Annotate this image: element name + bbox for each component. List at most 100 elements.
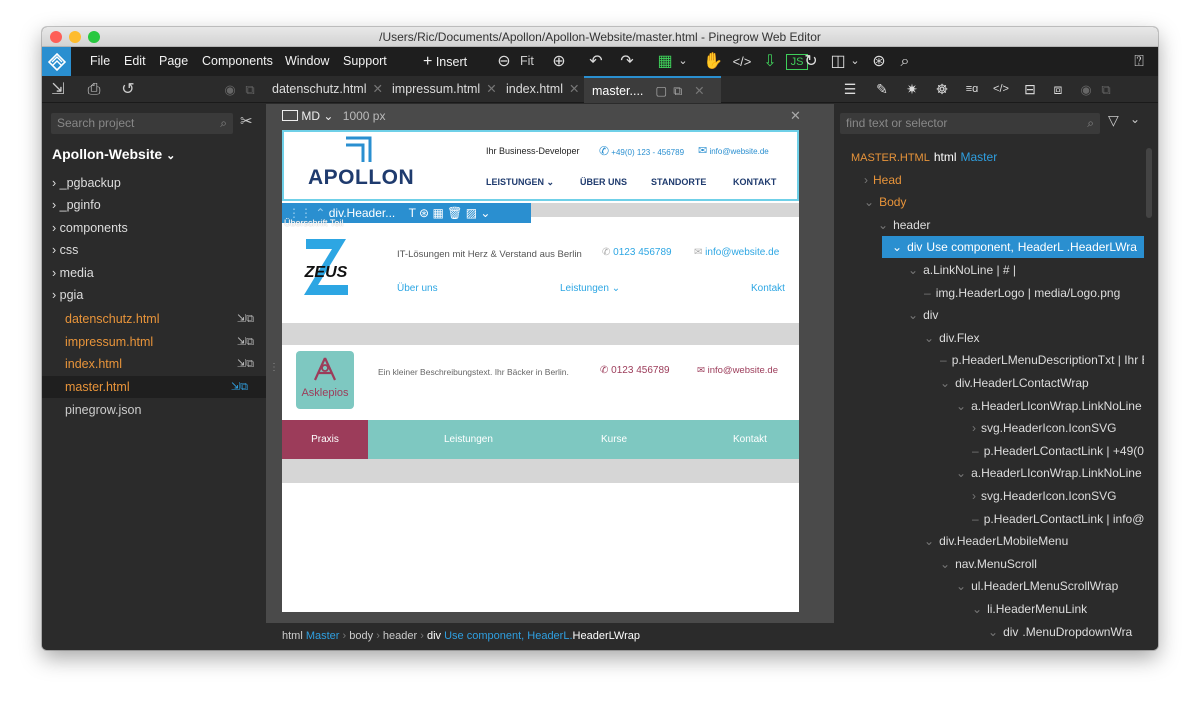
chevron-down-icon[interactable]: ⌄ <box>940 557 950 571</box>
file-actions-icon[interactable]: ⇲⧉ <box>231 376 248 398</box>
tree-node[interactable]: – img.HeaderLogo | media/Logo.png <box>834 282 1144 304</box>
close-icon[interactable]: ✕ <box>694 84 704 98</box>
chevron-right-icon[interactable]: › <box>972 489 976 503</box>
close-icon[interactable]: ✕ <box>373 82 383 96</box>
tree-scrollbar[interactable] <box>1146 148 1152 218</box>
tree-icon[interactable]: ⊟ <box>1020 79 1040 100</box>
tree-node[interactable]: ⌄ a.HeaderLIconWrap.LinkNoLine | a <box>834 395 1144 417</box>
tree-node[interactable]: ⌄ ul.HeaderLMenuScrollWrap <box>834 575 1144 597</box>
trash-icon[interactable]: 🗑 <box>447 206 462 220</box>
tree-node[interactable]: › Head <box>834 169 1144 191</box>
reload-icon[interactable]: ↺ <box>118 79 138 100</box>
print-icon[interactable]: ⎙ <box>84 79 104 100</box>
asklepios-nav-kontakt[interactable]: Kontakt <box>733 420 767 459</box>
tree-node[interactable]: ⌄ Body <box>834 191 1144 213</box>
chevron-down-icon[interactable]: ⌄ <box>892 240 902 254</box>
hand-icon[interactable]: ✋ <box>702 51 724 72</box>
tree-node[interactable]: – p.HeaderLMenuDescriptionTxt | Ihr B <box>834 349 1144 371</box>
menu-support[interactable]: Support <box>343 47 387 76</box>
crumb-header[interactable]: header <box>383 630 417 642</box>
device-selector[interactable]: MD ⌄ 1000 px <box>282 109 385 123</box>
chevron-down-icon[interactable]: ⌄ <box>848 51 862 72</box>
asklepios-nav-leistungen[interactable]: Leistungen <box>444 420 493 459</box>
chevron-right-icon[interactable]: › <box>972 421 976 435</box>
file-actions-icon[interactable]: ⇲⧉ <box>237 353 254 375</box>
component-icon[interactable]: ⊛ <box>419 206 429 220</box>
file-actions-icon[interactable]: ⇲⧉ <box>237 331 254 353</box>
chevron-down-icon[interactable]: ⌄ <box>908 263 918 277</box>
zeus-nav-leistungen[interactable]: Leistungen ⌄ <box>560 283 620 294</box>
help-icon[interactable]: ⍰ <box>1128 51 1150 72</box>
tree-node[interactable]: › svg.HeaderIcon.IconSVG <box>834 417 1144 439</box>
tree-node[interactable]: ⌄ a.HeaderLIconWrap.LinkNoLine | a <box>834 462 1144 484</box>
tree-node[interactable]: ⌄ div Use component, HeaderL .HeaderLWra <box>882 236 1144 259</box>
chevron-down-icon[interactable]: ⌄ <box>924 534 934 548</box>
file-actions-icon[interactable]: ⇲⧉ <box>237 308 254 330</box>
code-icon[interactable]: </> <box>990 79 1012 100</box>
zoom-out-icon[interactable]: ⊖ <box>494 51 514 72</box>
window-icon[interactable]: ▢ <box>655 84 667 98</box>
minimize-window-button[interactable] <box>69 31 81 43</box>
resize-handle-icon[interactable]: ⋮ <box>269 362 279 373</box>
globe-icon[interactable]: ⊛ <box>868 51 890 72</box>
eye-icon[interactable]: ◉ <box>1076 79 1096 100</box>
folder-item[interactable]: › _pgbackup <box>52 172 262 194</box>
tree-node[interactable]: ⌄ div .MenuDropdownWra <box>834 621 1144 643</box>
filter-icon[interactable]: ▽ <box>1108 112 1119 129</box>
tree-node[interactable]: – p.HeaderLContactLink | +49(0 <box>834 440 1144 462</box>
tree-node[interactable]: ⌄ div.HeaderLMobileMenu <box>834 530 1144 552</box>
file-item[interactable]: index.html ⇲⧉ <box>52 353 262 375</box>
chevron-down-icon[interactable]: ⌄ <box>1130 112 1140 126</box>
grid-icon[interactable]: ▦ <box>654 51 676 72</box>
tab-datenschutz[interactable]: datenschutz.html ✕ <box>272 76 383 103</box>
folder-item[interactable]: › pgia <box>52 284 262 306</box>
copy-icon[interactable]: ⧉ <box>242 79 258 100</box>
zeus-nav-ueber-uns[interactable]: Über uns <box>397 283 438 294</box>
header-zeus[interactable]: ZEUS IT-Lösungen mit Herz & Verstand aus… <box>282 231 799 323</box>
brush-icon[interactable]: ✎ <box>872 79 892 100</box>
asklepios-nav-praxis[interactable]: Praxis <box>282 420 368 459</box>
tree-node[interactable]: ⌄ li.HeaderMenuLink <box>834 598 1144 620</box>
zeus-phone-link[interactable]: ✆ 0123 456789 <box>602 247 672 258</box>
crumb-div[interactable]: div <box>427 630 441 642</box>
asklepios-nav-kurse[interactable]: Kurse <box>601 420 627 459</box>
close-window-button[interactable] <box>50 31 62 43</box>
chevron-down-icon[interactable]: ⌄ <box>864 195 874 209</box>
header-apollon[interactable]: APOLLON Ihr Business-Developer ✆ +49(0) … <box>282 130 799 201</box>
apollon-nav-ueber-uns[interactable]: ÜBER UNS <box>580 177 627 187</box>
copy-icon[interactable]: ⧉ <box>1096 79 1116 100</box>
menu-page[interactable]: Page <box>159 47 188 76</box>
zoom-in-icon[interactable]: ⊕ <box>549 51 569 72</box>
chevron-right-icon[interactable]: › <box>864 173 868 187</box>
redo-icon[interactable]: ↷ <box>616 51 638 72</box>
tree-node[interactable]: ⌄ a.LinkNoLine | # | <box>834 259 1144 281</box>
menu-window[interactable]: Window <box>285 47 329 76</box>
tree-node[interactable]: ⌄ nav.MenuScroll <box>834 553 1144 575</box>
pinegrow-logo-icon[interactable] <box>42 47 71 76</box>
apollon-phone-link[interactable]: ✆ +49(0) 123 - 456789 <box>599 144 684 158</box>
settings-sliders-icon[interactable]: ☰ <box>840 79 860 100</box>
code-icon[interactable]: </> <box>731 51 753 72</box>
header-asklepios[interactable]: Asklepios Ein kleiner Beschreibungstext.… <box>282 345 799 420</box>
tools-icon[interactable]: ✂ <box>240 112 253 130</box>
folder-item[interactable]: › media <box>52 262 262 284</box>
library-icon[interactable]: ⧈ <box>1048 79 1068 100</box>
folder-item[interactable]: › components <box>52 217 262 239</box>
zeus-email-link[interactable]: ✉ info@website.de <box>694 247 779 258</box>
chevron-down-icon[interactable]: ⌄ <box>924 331 934 345</box>
text-edit-icon[interactable]: T <box>409 206 416 220</box>
chevron-down-icon[interactable]: ⌄ <box>956 466 966 480</box>
search-icon[interactable]: ⌕ <box>894 51 916 72</box>
menu-file[interactable]: File <box>90 47 110 76</box>
chevron-down-icon[interactable]: ⌄ <box>956 579 966 593</box>
preview-icon[interactable]: ◫ <box>827 51 849 72</box>
pattern-icon[interactable]: ▨ <box>466 206 477 220</box>
file-item-selected[interactable]: master.html ⇲⧉ <box>42 376 266 398</box>
menu-edit[interactable]: Edit <box>124 47 146 76</box>
menu-components[interactable]: Components <box>202 47 273 76</box>
eye-icon[interactable]: ◉ <box>222 79 238 100</box>
magic-icon[interactable]: ✷ <box>902 79 922 100</box>
tree-node[interactable]: ⌄ div.Flex <box>834 327 1144 349</box>
close-icon[interactable]: ✕ <box>569 82 579 96</box>
chevron-down-icon[interactable]: ⌄ <box>676 51 690 72</box>
